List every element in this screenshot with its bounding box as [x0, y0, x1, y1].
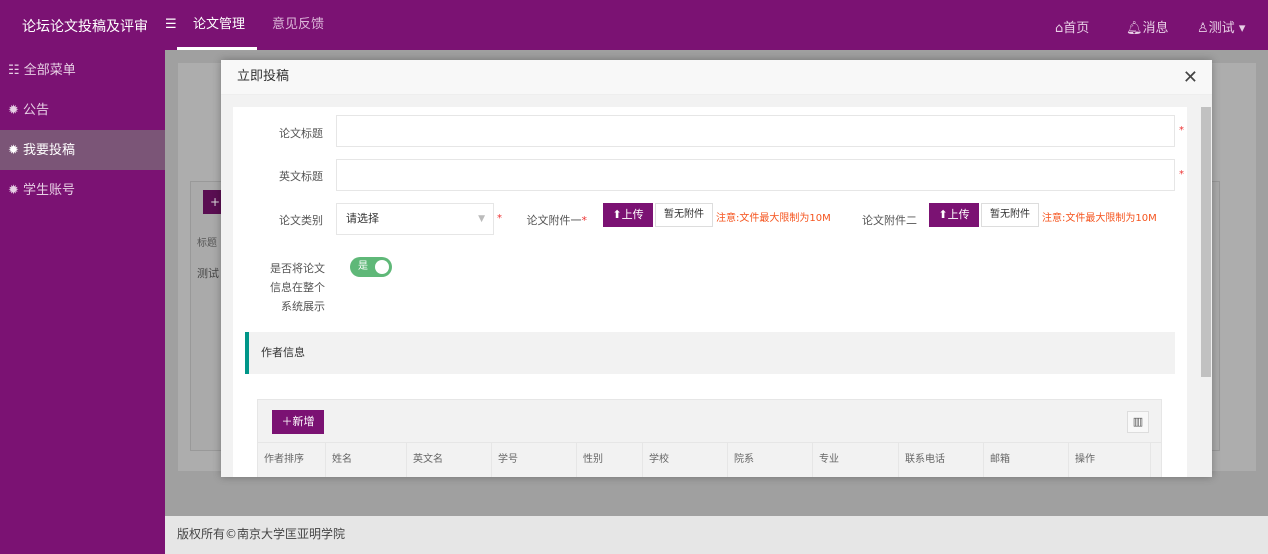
footer: 版权所有©南京大学匡亚明学院: [165, 516, 1268, 554]
required-mark: *: [1179, 125, 1184, 136]
upload-icon: ⬆: [938, 208, 948, 221]
title-label: 论文标题: [279, 127, 323, 140]
display-toggle[interactable]: 是: [350, 257, 392, 277]
toggle-label: 是: [358, 261, 368, 272]
no-attachment-2: 暂无附件: [981, 203, 1039, 227]
category-value: 请选择: [346, 212, 379, 225]
nav-paper-management[interactable]: 论文管理: [177, 0, 257, 50]
author-section-header: 作者信息: [245, 332, 1175, 374]
sidebar-item-submit[interactable]: ✹ 我要投稿: [0, 130, 165, 170]
nav-feedback[interactable]: 意见反馈: [272, 0, 324, 50]
caret-down-icon: ▾: [1238, 21, 1246, 36]
attach2-label: 论文附件二: [862, 214, 917, 227]
required-mark: *: [497, 213, 502, 224]
upload-button-1[interactable]: ⬆上传: [603, 203, 653, 227]
sidebar: ☷ 全部菜单 ✹ 公告 ✹ 我要投稿 ✹ 学生账号: [0, 50, 165, 554]
sidebar-item-student-account[interactable]: ✹ 学生账号: [0, 170, 165, 210]
col-actions: 操作: [1069, 443, 1151, 477]
add-author-button[interactable]: ＋新增: [272, 410, 324, 434]
plus-icon: ＋: [281, 415, 293, 428]
menu-toggle-icon[interactable]: ☰: [165, 17, 177, 32]
gear-icon: ✹: [8, 183, 19, 198]
scrollbar-thumb[interactable]: [1201, 107, 1211, 377]
size-note-2: 注意:文件最大限制为10M: [1042, 213, 1157, 224]
title-input[interactable]: [336, 115, 1175, 147]
col-student-id: 学号: [492, 443, 577, 477]
gear-icon: ✹: [8, 103, 19, 118]
col-department: 院系: [728, 443, 813, 477]
grid-icon: ☷: [8, 63, 20, 78]
dialog-title: 立即投稿: [221, 60, 1212, 95]
close-icon[interactable]: ✕: [1183, 67, 1198, 88]
dialog-scrollbar[interactable]: [1200, 95, 1212, 477]
col-phone: 联系电话: [899, 443, 984, 477]
en-title-input[interactable]: [336, 159, 1175, 191]
col-email: 邮箱: [984, 443, 1069, 477]
chevron-down-icon: ▼: [478, 214, 485, 224]
sidebar-item-announcement[interactable]: ✹ 公告: [0, 90, 165, 130]
col-order: 作者排序: [258, 443, 326, 477]
col-school: 学校: [643, 443, 728, 477]
columns-filter-icon[interactable]: ▥: [1127, 411, 1149, 433]
app-logo: 论坛论文投稿及评审: [22, 19, 148, 35]
nav-home[interactable]: ⌂首页: [1055, 17, 1089, 36]
top-bar: 论坛论文投稿及评审 ☰ 论文管理 意见反馈 ⌂首页 🔔︎消息 ♙测试 ▾: [0, 0, 1268, 50]
attach1-label: 论文附件一*: [526, 214, 588, 227]
display-label: 是否将论文信息在整个系统展示: [270, 262, 325, 313]
user-icon: ♙: [1197, 21, 1209, 36]
upload-icon: ⬆: [612, 208, 622, 221]
nav-messages[interactable]: 🔔︎消息: [1126, 17, 1169, 36]
author-table: ＋新增 ▥ 作者排序 姓名 英文名 学号 性别 学校 院系 专业 联系电话 邮箱…: [257, 399, 1162, 477]
bg-col-title: 标题: [197, 238, 217, 249]
submit-dialog: 立即投稿 ✕ 论文标题 * 英文标题 * 论文类别 请选择 ▼ * 论文附件一* …: [221, 60, 1212, 477]
gear-icon: ✹: [8, 143, 19, 158]
size-note-1: 注意:文件最大限制为10M: [716, 213, 831, 224]
author-table-header: 作者排序 姓名 英文名 学号 性别 学校 院系 专业 联系电话 邮箱 操作: [258, 442, 1161, 477]
upload-button-2[interactable]: ⬆上传: [929, 203, 979, 227]
category-label: 论文类别: [279, 214, 323, 227]
form-card: 论文标题 * 英文标题 * 论文类别 请选择 ▼ * 论文附件一* ⬆上传 暂无附…: [233, 107, 1187, 477]
col-gender: 性别: [577, 443, 643, 477]
user-menu[interactable]: ♙测试 ▾: [1197, 17, 1245, 36]
sidebar-item-all-menu[interactable]: ☷ 全部菜单: [0, 50, 165, 90]
no-attachment-1: 暂无附件: [655, 203, 713, 227]
toggle-knob: [375, 260, 389, 274]
bell-icon: 🔔︎: [1126, 21, 1143, 36]
category-select[interactable]: 请选择 ▼: [336, 203, 494, 235]
required-mark: *: [1179, 169, 1184, 180]
col-major: 专业: [813, 443, 899, 477]
col-en-name: 英文名: [407, 443, 492, 477]
col-name: 姓名: [326, 443, 407, 477]
bg-row-value: 测试: [197, 267, 219, 280]
en-title-label: 英文标题: [279, 170, 323, 183]
